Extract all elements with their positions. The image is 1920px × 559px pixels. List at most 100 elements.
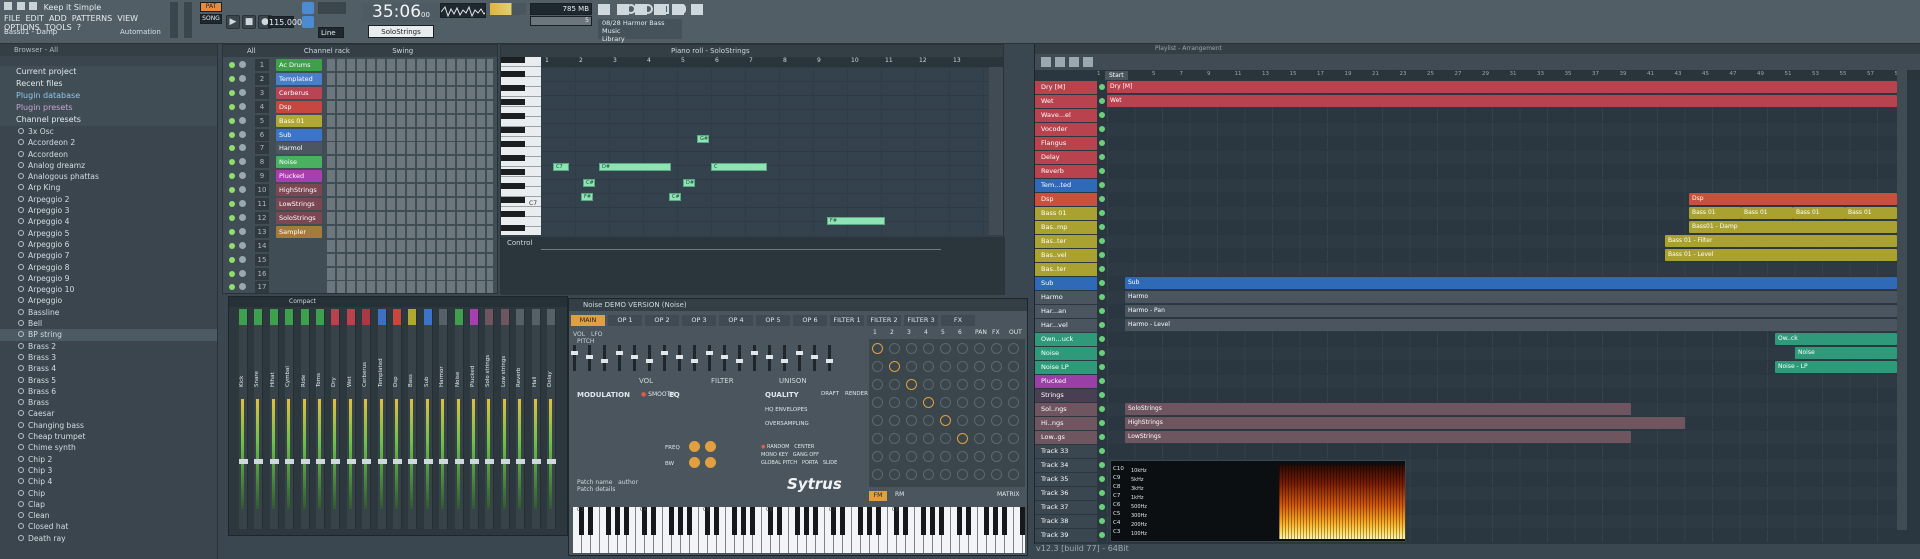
fader-handle[interactable]: [485, 459, 495, 464]
playlist-clip[interactable]: Dry [M]: [1107, 81, 1897, 93]
channel-name-button[interactable]: Sampler: [276, 225, 322, 238]
snap-toggle[interactable]: [318, 2, 346, 14]
step-sequencer[interactable]: [327, 86, 493, 99]
channel-row[interactable]: 7 Harmol: [223, 142, 499, 156]
mixer-track-number[interactable]: 3: [255, 86, 269, 99]
pan-knob-icon[interactable]: [239, 241, 246, 249]
playlist-lane[interactable]: [1107, 389, 1897, 402]
channel-row[interactable]: 4 Dsp: [223, 100, 499, 115]
playlist-clip[interactable]: Ow..ck: [1775, 333, 1897, 345]
knob-icon[interactable]: [689, 457, 700, 468]
mixer-insert[interactable]: Ride: [300, 309, 310, 529]
piano-roll-note[interactable]: D#: [683, 179, 695, 187]
matrix-knob-icon[interactable]: [974, 397, 985, 408]
step-sequencer[interactable]: [327, 281, 493, 294]
fader-handle[interactable]: [454, 459, 464, 464]
knob-icon[interactable]: [705, 457, 716, 468]
channel-row[interactable]: 11 LowStrings: [223, 198, 499, 212]
track-mute-led-icon[interactable]: [1099, 98, 1105, 104]
matrix-knob-icon[interactable]: [1008, 343, 1019, 354]
mute-led-icon[interactable]: [229, 242, 235, 249]
browser-item[interactable]: Arpeggio 2: [0, 194, 217, 205]
matrix-knob-icon[interactable]: [906, 433, 917, 444]
browser-item[interactable]: Changing bass: [0, 420, 217, 431]
matrix-knob-icon[interactable]: [957, 433, 968, 444]
mute-led-icon[interactable]: [229, 214, 235, 221]
slider-icon[interactable]: [766, 345, 773, 371]
matrix-knob-icon[interactable]: [1008, 361, 1019, 372]
mixer-track-number[interactable]: 11: [255, 198, 269, 210]
playlist-clip[interactable]: Bass 01: [1793, 207, 1845, 219]
matrix-knob-icon[interactable]: [957, 343, 968, 354]
playlist-track-header[interactable]: Strings: [1035, 389, 1097, 402]
playlist-clip[interactable]: Bass 01: [1689, 207, 1741, 219]
step-sequencer[interactable]: [327, 170, 493, 183]
playlist-track-header[interactable]: Bas..mp: [1035, 221, 1097, 234]
playlist-track-header[interactable]: Track 37: [1035, 501, 1097, 514]
matrix-knob-icon[interactable]: [940, 397, 951, 408]
fader-handle[interactable]: [470, 459, 479, 464]
track-mute-led-icon[interactable]: [1099, 504, 1105, 510]
track-mute-led-icon[interactable]: [1099, 448, 1105, 454]
matrix-knob-icon[interactable]: [1008, 397, 1019, 408]
browser-item[interactable]: BP string: [0, 329, 217, 341]
track-mute-led-icon[interactable]: [1099, 168, 1105, 174]
matrix-knob-icon[interactable]: [923, 361, 934, 372]
track-mute-led-icon[interactable]: [1099, 126, 1105, 132]
channel-row[interactable]: 17: [223, 281, 499, 295]
matrix-knob-icon[interactable]: [957, 379, 968, 390]
browser-item[interactable]: Arpeggio: [0, 295, 217, 306]
mixer-insert[interactable]: Reverb: [516, 309, 526, 529]
matrix-knob-icon[interactable]: [906, 415, 917, 426]
mixer-insert[interactable]: Delay: [547, 309, 556, 529]
playlist-lane[interactable]: [1107, 165, 1897, 178]
matrix-knob-icon[interactable]: [889, 415, 900, 426]
slider-icon[interactable]: [691, 345, 698, 371]
stop-icon[interactable]: ■: [242, 15, 256, 29]
channel-name-button[interactable]: Cerberus: [276, 86, 322, 99]
track-mute-led-icon[interactable]: [1099, 476, 1105, 482]
browser-item[interactable]: Chip: [0, 488, 217, 499]
sytrus-tab[interactable]: OP 1: [608, 315, 642, 326]
mixer-track-number[interactable]: 8: [255, 156, 269, 169]
slider-icon[interactable]: [631, 345, 638, 371]
channel-name-button[interactable]: LowStrings: [276, 198, 322, 210]
matrix-knob-icon[interactable]: [923, 397, 934, 408]
mute-led-icon[interactable]: [229, 187, 235, 194]
matrix-knob-icon[interactable]: [906, 361, 917, 372]
browser-item[interactable]: Chip 3: [0, 465, 217, 476]
matrix-knob-icon[interactable]: [889, 451, 900, 462]
browser-item[interactable]: Arpeggio 10: [0, 284, 217, 295]
mute-led-icon[interactable]: [229, 131, 235, 138]
playlist-track-header[interactable]: Tem...ted: [1035, 179, 1097, 192]
playlist-lane[interactable]: [1107, 445, 1897, 458]
playlist-track-header[interactable]: Harmo: [1035, 291, 1097, 304]
playlist-track-header[interactable]: Bass 01: [1035, 207, 1097, 220]
browser-item[interactable]: Arpeggio 9: [0, 273, 217, 284]
voice-options[interactable]: ● RANDOM CENTER MONO KEY GANG OFF GLOBAL…: [761, 443, 837, 467]
playlist-clip[interactable]: Sub: [1125, 277, 1897, 289]
mixer-insert[interactable]: Hall: [531, 309, 541, 529]
playlist-scrollbar[interactable]: [1897, 70, 1907, 530]
track-mute-led-icon[interactable]: [1099, 84, 1105, 90]
menu-edit[interactable]: EDIT: [25, 14, 43, 23]
fader-handle[interactable]: [500, 459, 510, 464]
track-mute-led-icon[interactable]: [1099, 140, 1105, 146]
fader-handle[interactable]: [346, 459, 356, 464]
playlist-track-header[interactable]: Flangus: [1035, 137, 1097, 150]
track-mute-led-icon[interactable]: [1099, 238, 1105, 244]
snap-icon[interactable]: [1041, 57, 1051, 67]
piano-roll-grid[interactable]: C7 C# D# F# C# D# G# C F#: [541, 67, 989, 235]
playlist-track-header[interactable]: Track 38: [1035, 515, 1097, 528]
playlist-lane[interactable]: [1107, 123, 1897, 136]
pan-knob-icon[interactable]: [239, 61, 246, 68]
matrix-knob-icon[interactable]: [872, 361, 883, 372]
playlist-track-header[interactable]: Wave...el: [1035, 109, 1097, 122]
step-sequencer[interactable]: [327, 114, 493, 127]
slider-icon[interactable]: [616, 345, 623, 371]
close-icon[interactable]: [4, 2, 12, 10]
pan-knob-icon[interactable]: [239, 116, 246, 124]
mute-led-icon[interactable]: [229, 270, 235, 277]
select-icon[interactable]: [1069, 57, 1079, 67]
matrix-knob-icon[interactable]: [889, 469, 900, 480]
